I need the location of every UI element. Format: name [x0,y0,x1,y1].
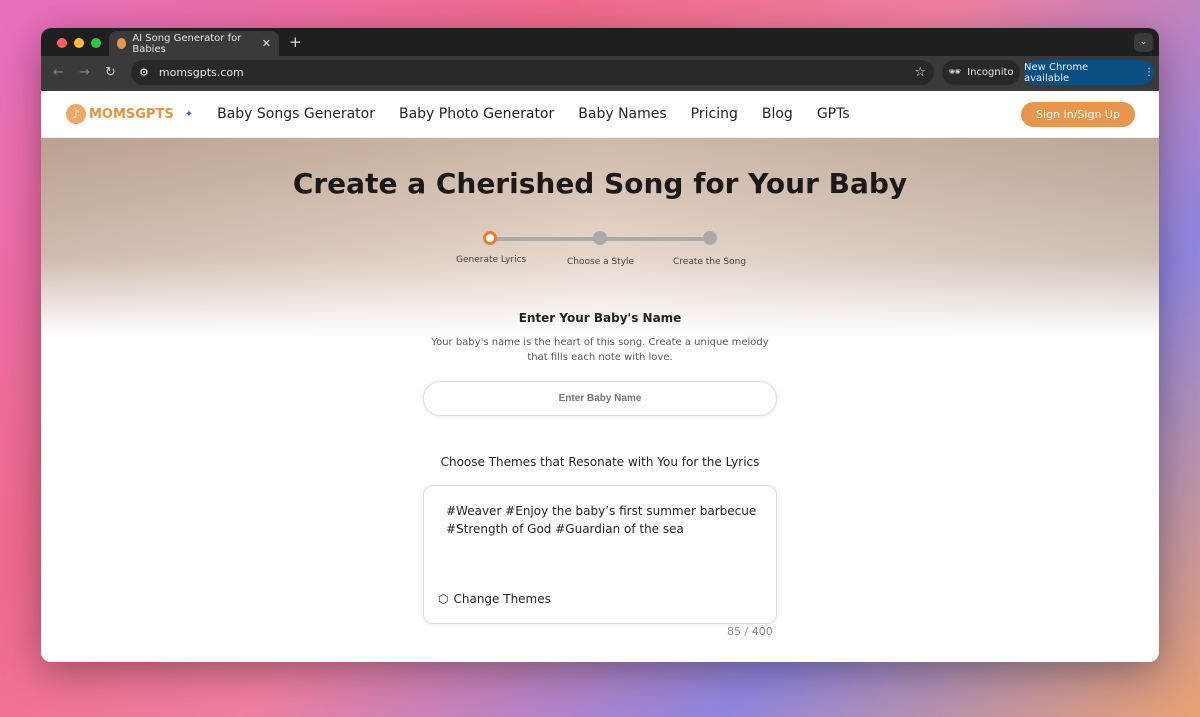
step-1-dot [483,231,497,245]
page-title: Create a Cherished Song for Your Baby [292,167,908,200]
step-2-label: Choose a Style [567,257,635,267]
browser-toolbar: ← → ↻ ⚙ momsgpts.com ☆ 🕶 Incognito New Ch… [41,56,1159,91]
tab-title: AI Song Generator for Babies [132,32,242,55]
close-window-button[interactable] [57,38,67,48]
favicon-icon [117,38,127,49]
minimize-window-button[interactable] [74,38,84,48]
more-vert-icon: ⋮ [1144,67,1154,78]
change-themes-button[interactable]: ⬡ Change Themes [438,592,551,606]
progress-steps [483,231,717,245]
nav-gpts[interactable]: GPTs [817,106,850,122]
baby-name-input[interactable] [423,381,777,416]
page-content: ♪ MOMSGPTS ✦ Baby Songs Generator Baby Pho… [41,91,1159,662]
sign-in-button[interactable]: Sign In/Sign Up [1021,102,1135,127]
tab-search-chevron-icon[interactable]: ⌄ [1134,33,1153,52]
sparkle-icon: ✦ [184,108,194,120]
new-chrome-button[interactable]: New Chrome available ⋮ [1024,60,1154,85]
logo-mark-icon: ♪ [66,104,86,124]
nav-blog[interactable]: Blog [762,106,793,122]
nav-baby-songs[interactable]: Baby Songs Generator [217,106,375,122]
site-settings-icon[interactable]: ⚙ [139,66,149,79]
step-3-label: Create the Song [673,257,747,267]
name-description: Your baby's name is the heart of this so… [431,337,769,363]
bookmark-star-icon[interactable]: ☆ [914,65,926,80]
themes-text: #Weaver #Enjoy the baby’s first summer b… [446,504,757,536]
site-header: ♪ MOMSGPTS ✦ Baby Songs Generator Baby Pho… [41,91,1159,138]
logo-text: MOMSGPTS [89,106,174,122]
new-chrome-label: New Chrome available [1024,61,1089,84]
browser-tab[interactable]: AI Song Generator for Babies ✕ [109,31,279,56]
new-tab-icon[interactable]: + [289,33,302,51]
change-themes-label: Change Themes [453,592,551,606]
nav-baby-names[interactable]: Baby Names [578,106,666,122]
themes-textarea[interactable]: #Weaver #Enjoy the baby’s first summer b… [423,485,777,624]
maximize-window-button[interactable] [91,38,101,48]
address-bar[interactable]: ⚙ momsgpts.com ☆ [131,60,934,85]
main-nav: Baby Songs Generator Baby Photo Generato… [217,106,850,122]
step-1-label: Generate Lyrics [456,255,527,265]
window-controls [57,38,101,48]
name-heading: Enter Your Baby's Name [518,311,682,325]
char-count: 85 / 400 [727,625,773,638]
url-text: momsgpts.com [158,66,244,79]
cube-icon: ⬡ [438,592,449,606]
incognito-badge[interactable]: 🕶 Incognito [942,60,1020,85]
reload-icon[interactable]: ↻ [105,65,116,80]
logo[interactable]: ♪ MOMSGPTS ✦ [66,104,193,124]
tab-bar: AI Song Generator for Babies ✕ + ⌄ [41,28,1159,56]
step-2-dot [593,231,607,245]
nav-pricing[interactable]: Pricing [691,106,738,122]
close-tab-icon[interactable]: ✕ [262,37,271,50]
incognito-label: Incognito [967,67,1014,78]
forward-icon[interactable]: → [79,65,90,80]
step-3-dot [703,231,717,245]
back-icon[interactable]: ← [53,65,64,80]
themes-heading: Choose Themes that Resonate with You for… [440,455,760,469]
browser-window: AI Song Generator for Babies ✕ + ⌄ ← → ↻… [41,28,1159,662]
nav-baby-photo[interactable]: Baby Photo Generator [399,106,554,122]
incognito-icon: 🕶 [948,67,962,78]
